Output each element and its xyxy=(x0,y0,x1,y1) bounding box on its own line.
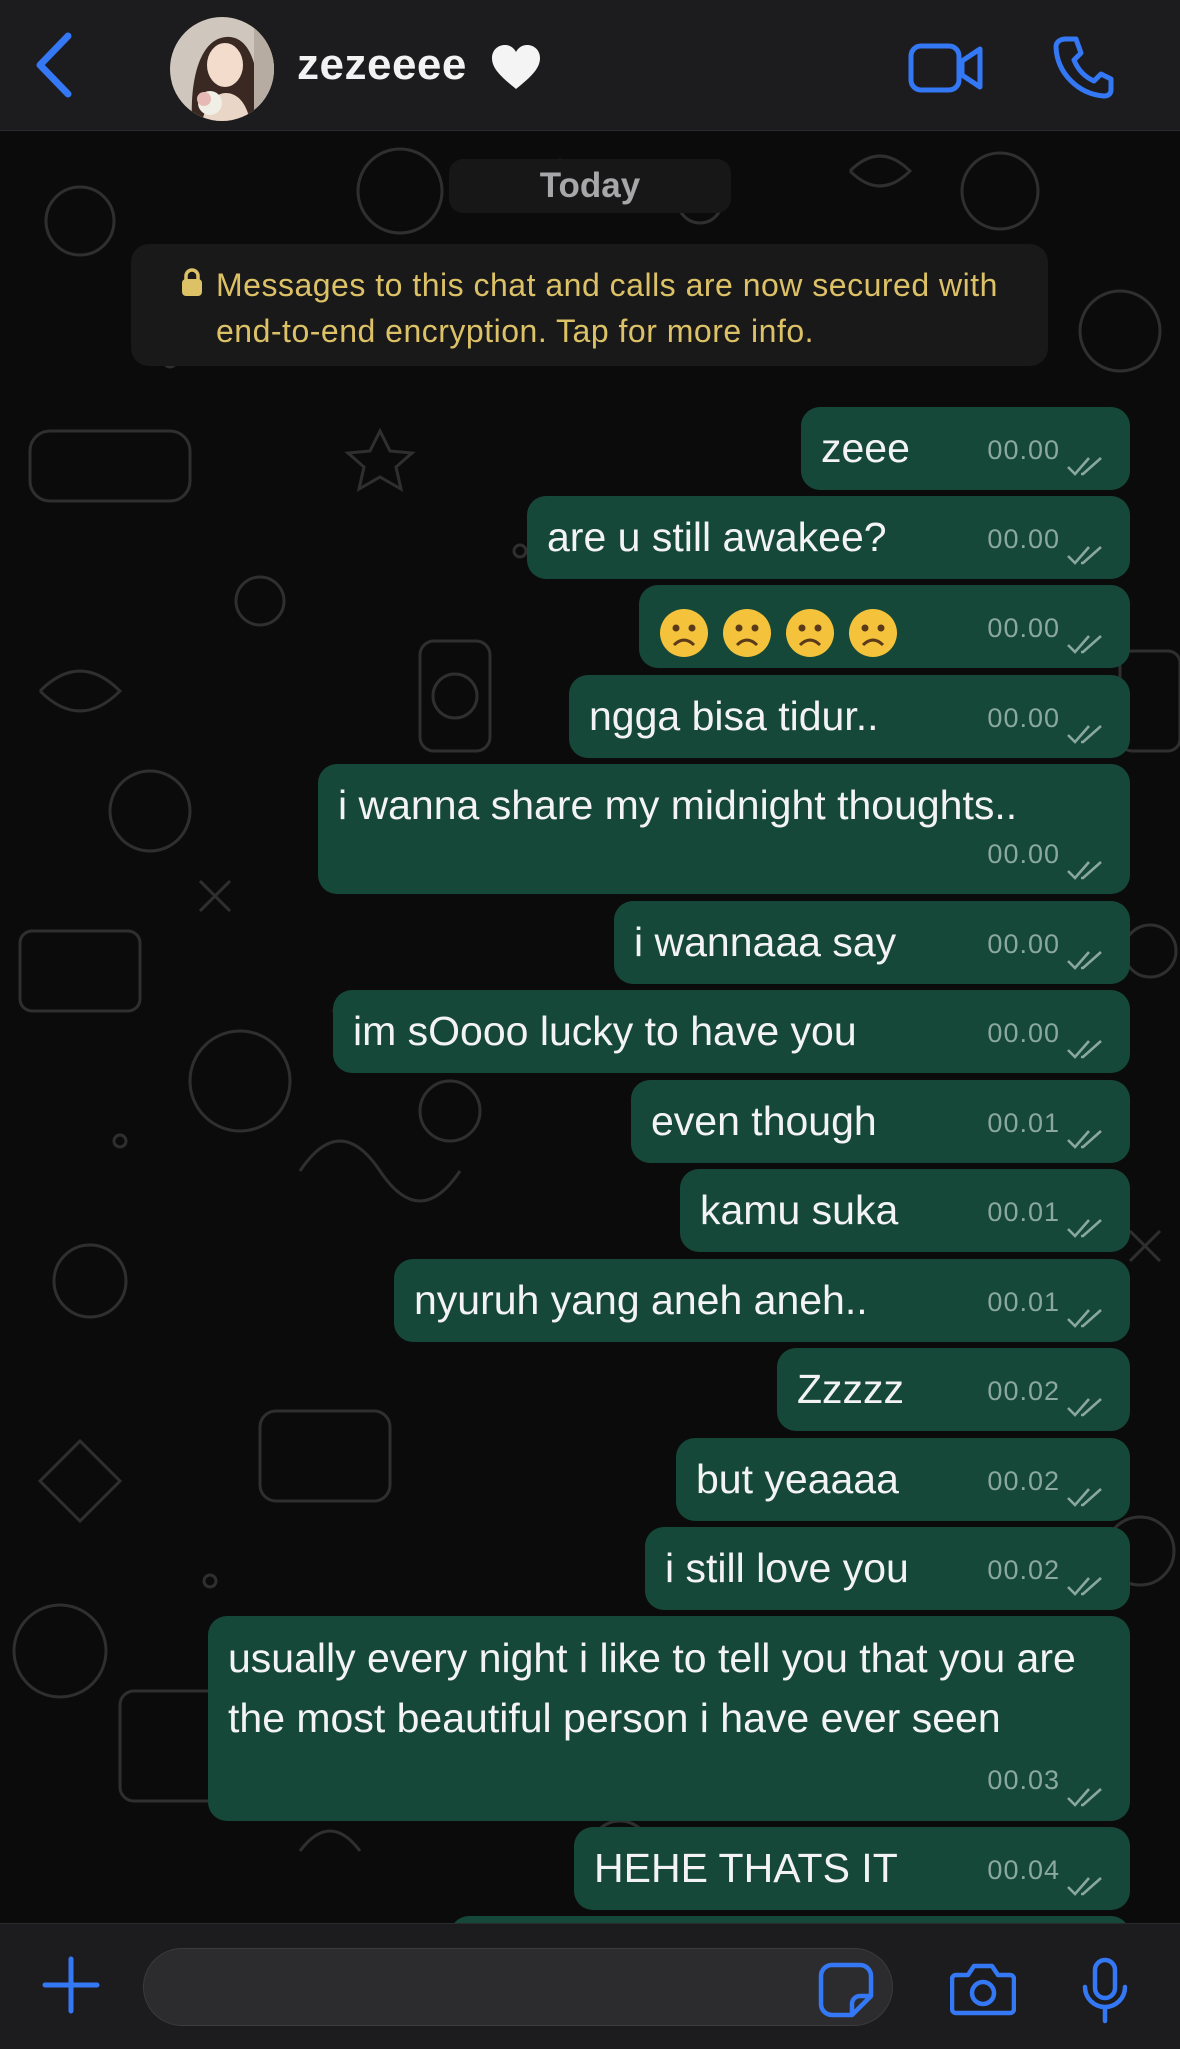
message-text: HEHE THATS IT xyxy=(594,1845,898,1891)
chevron-left-icon[interactable] xyxy=(30,30,80,100)
message-time: 00.01 xyxy=(987,1287,1060,1317)
outgoing-message[interactable]: ngga bisa tidur.. 00.00 xyxy=(569,675,1130,758)
contact-name[interactable]: zezeeee xyxy=(297,40,467,90)
encryption-notice[interactable]: Messages to this chat and calls are now … xyxy=(131,244,1048,366)
read-double-check-icon xyxy=(1067,1398,1102,1417)
message-text: are u still awakee? xyxy=(547,514,887,560)
outgoing-message[interactable]: i wanna share my midnight thoughts.. 00.… xyxy=(318,764,1130,894)
message-time: 00.01 xyxy=(987,1197,1060,1227)
message-text: but yeaaaa xyxy=(696,1456,899,1502)
message-text: im sOooo lucky to have you xyxy=(353,1008,857,1054)
message-time: 00.01 xyxy=(987,1108,1060,1138)
read-double-check-icon xyxy=(1067,1130,1102,1149)
message-time: 00.00 xyxy=(987,435,1060,465)
message-text: i still love you xyxy=(665,1545,909,1591)
outgoing-message[interactable]: ☹️☹️☹️☹️ 00.00 xyxy=(639,585,1130,668)
white-heart-icon xyxy=(492,45,540,89)
message-time: 00.04 xyxy=(987,1855,1060,1885)
avatar[interactable] xyxy=(170,17,274,121)
frowning-face-icon xyxy=(723,609,771,658)
phone-icon[interactable] xyxy=(1052,35,1114,99)
message-text: nyuruh yang aneh aneh.. xyxy=(414,1277,868,1323)
outgoing-message[interactable]: nyuruh yang aneh aneh.. 00.01 xyxy=(394,1259,1130,1342)
message-time: 00.00 xyxy=(987,929,1060,959)
video-camera-icon[interactable] xyxy=(908,40,984,96)
microphone-icon[interactable] xyxy=(1080,1957,1130,2025)
message-time: 00.02 xyxy=(987,1376,1060,1406)
message-time: 00.03 xyxy=(987,1765,1060,1795)
message-time: 00.00 xyxy=(987,1018,1060,1048)
read-double-check-icon xyxy=(1067,951,1102,970)
outgoing-message[interactable]: usually every night i like to tell you t… xyxy=(208,1616,1130,1821)
sticker-icon[interactable] xyxy=(818,1962,874,2018)
read-double-check-icon xyxy=(1067,457,1102,476)
lock-icon xyxy=(182,268,202,296)
message-composer xyxy=(0,1923,1180,2049)
message-text: zeee xyxy=(821,425,910,471)
outgoing-message[interactable]: but yeaaaa 00.02 xyxy=(676,1438,1130,1521)
outgoing-message[interactable]: Zzzzz 00.02 xyxy=(777,1348,1130,1431)
chat-header: zezeeee xyxy=(0,0,1180,131)
outgoing-message[interactable]: HEHE THATS IT 00.04 xyxy=(574,1827,1130,1910)
outgoing-message[interactable]: i still love you 00.02 xyxy=(645,1527,1130,1610)
outgoing-message[interactable]: kamu suka 00.01 xyxy=(680,1169,1130,1252)
outgoing-message[interactable]: even though 00.01 xyxy=(631,1080,1130,1163)
message-input[interactable] xyxy=(143,1948,893,2026)
read-double-check-icon xyxy=(1067,1788,1102,1807)
message-text: i wannaaa say xyxy=(634,919,897,965)
message-text: i wanna share my midnight thoughts.. xyxy=(338,782,1018,828)
chat-area[interactable]: Today Messages to this chat and calls ar… xyxy=(0,131,1180,1923)
read-double-check-icon xyxy=(1067,861,1102,880)
read-double-check-icon xyxy=(1067,1488,1102,1507)
partial-message[interactable] xyxy=(450,1916,1130,1923)
message-text: even though xyxy=(651,1098,877,1144)
frowning-face-icon xyxy=(849,609,897,658)
outgoing-message[interactable]: i wannaaa say 00.00 xyxy=(614,901,1130,984)
message-time: 00.02 xyxy=(987,1466,1060,1496)
read-double-check-icon xyxy=(1067,1040,1102,1059)
frowning-face-icon xyxy=(786,609,834,658)
date-separator: Today xyxy=(449,159,731,213)
read-double-check-icon xyxy=(1067,1309,1102,1328)
message-time: 00.00 xyxy=(987,839,1060,869)
message-text: usually every night i like to tell you t… xyxy=(228,1635,1076,1741)
message-time: 00.00 xyxy=(987,613,1060,643)
read-double-check-icon xyxy=(1067,635,1102,654)
camera-icon[interactable] xyxy=(950,1961,1016,2017)
read-double-check-icon xyxy=(1067,546,1102,565)
message-time: 00.00 xyxy=(987,703,1060,733)
read-double-check-icon xyxy=(1067,1877,1102,1896)
message-time: 00.02 xyxy=(987,1555,1060,1585)
message-text: kamu suka xyxy=(700,1187,899,1233)
outgoing-message[interactable]: zeee 00.00 xyxy=(801,407,1130,490)
message-text: ngga bisa tidur.. xyxy=(589,693,879,739)
read-double-check-icon xyxy=(1067,1219,1102,1238)
read-double-check-icon xyxy=(1067,1577,1102,1596)
message-text: Zzzzz xyxy=(797,1366,905,1412)
frowning-face-icon xyxy=(660,609,708,658)
plus-icon[interactable] xyxy=(42,1956,100,2014)
message-time: 00.00 xyxy=(987,524,1060,554)
outgoing-message[interactable]: are u still awakee? 00.00 xyxy=(527,496,1130,579)
outgoing-message[interactable]: im sOooo lucky to have you 00.00 xyxy=(333,990,1130,1073)
read-double-check-icon xyxy=(1067,725,1102,744)
